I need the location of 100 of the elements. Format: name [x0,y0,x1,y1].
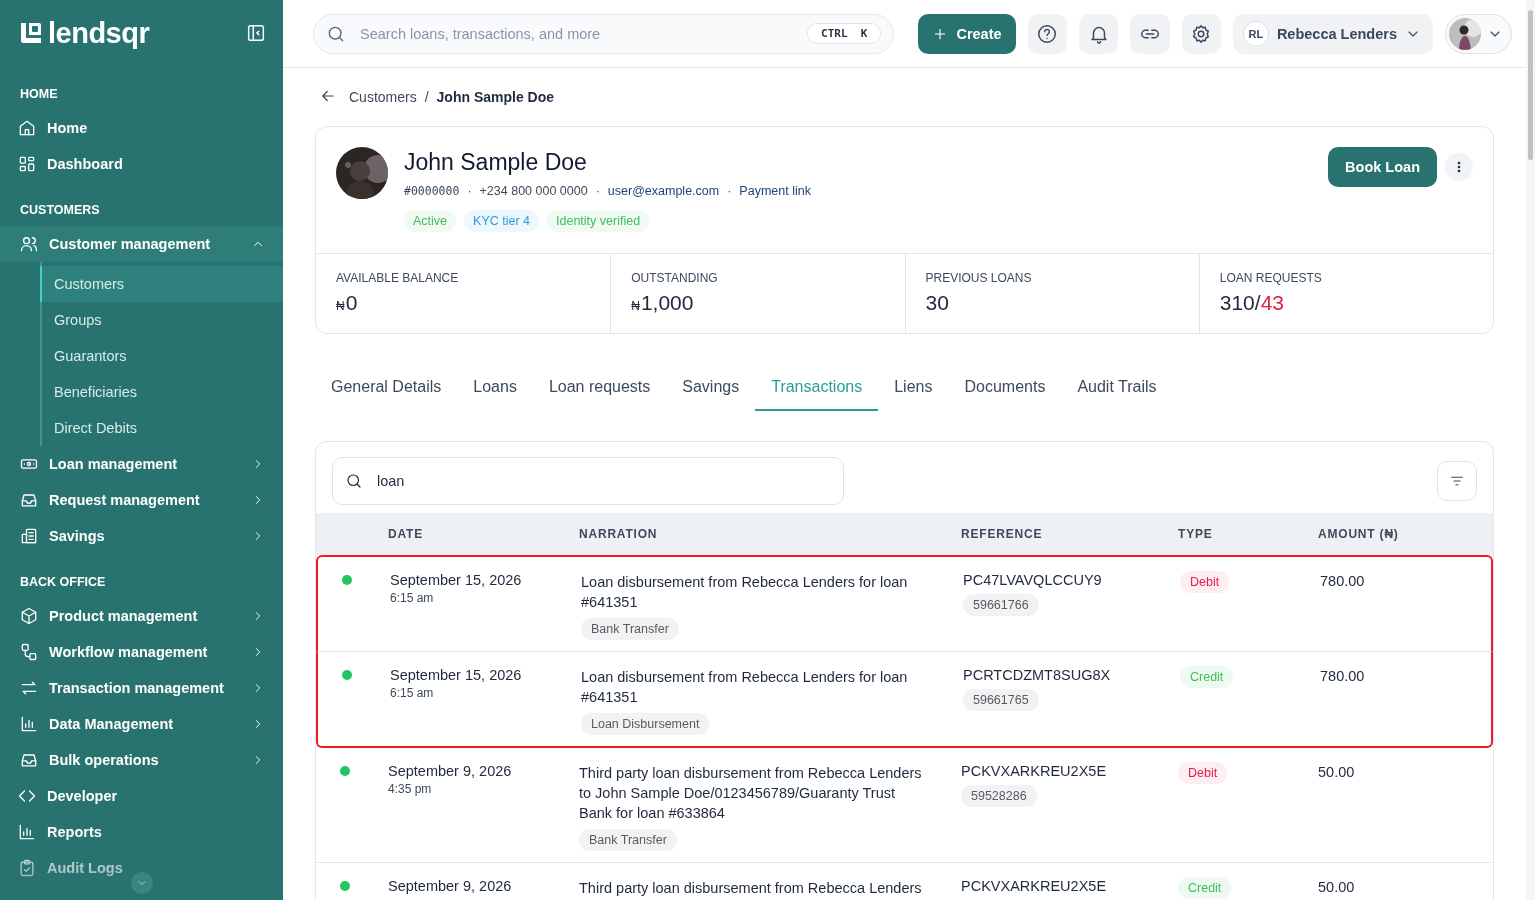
stat-value: 310/43 [1219,291,1285,315]
breadcrumb-link[interactable]: Customers [349,89,417,105]
nav-item[interactable]: Home [0,110,283,146]
bar-chart-icon [19,714,39,734]
nav-group[interactable]: Loan management [0,446,283,482]
search-field[interactable]: Search loans, transactions, and more CTRL K [313,13,895,54]
nav-subitem[interactable]: Customers [40,266,283,302]
stat-label: LOAN REQUESTS [1219,271,1323,285]
tab[interactable]: Liens [878,364,949,411]
time-text: 6:15 am [390,591,435,605]
amount-text: 780.00 [1320,668,1365,684]
phone-number: +234 800 000 0000 [479,184,588,198]
time-text: 6:15 am [390,686,435,700]
tab[interactable]: Loan requests [532,364,667,411]
nav-subitem[interactable]: Direct Debits [42,410,283,446]
home-icon [17,118,37,138]
status-tag: Active [404,210,457,232]
notifications-button[interactable] [1078,13,1119,54]
reference-text: PCKVXARKREU2X5E [961,763,1108,779]
channel-tag: Loan Disbursement [581,713,710,735]
nav-subitem[interactable]: Groups [42,302,283,338]
cube-icon [19,606,39,626]
building-icon [19,526,39,546]
type-tag: Credit [1178,877,1232,899]
section-title: HOME [19,86,59,103]
channel-tag: Bank Transfer [581,618,679,640]
reference-text: PC47LVAVQLCCUY9 [963,572,1103,588]
stat-label: OUTSTANDING [631,271,719,285]
column-header: NARRATION [578,527,659,541]
nav-group[interactable]: Request management [0,482,283,518]
column-header: TYPE [1177,527,1214,541]
scrollbar[interactable] [1526,0,1535,900]
profile-menu[interactable] [1445,13,1512,54]
breadcrumb-separator: / [424,89,429,105]
channel-tag: Bank Transfer [579,829,677,851]
users-icon [19,234,39,254]
payment-link[interactable]: Payment link [739,184,811,198]
amount-text: 50.00 [1318,879,1355,895]
column-header: REFERENCE [960,527,1044,541]
date-text: September 15, 2026 [390,667,523,683]
search-input[interactable]: loan [375,472,831,490]
settings-button[interactable] [1181,13,1221,54]
nav-group[interactable]: Product management [0,598,283,634]
status-tag: KYC tier 4 [464,210,539,232]
narration-text: Third party loan disbursement from Rebecca Lenders [579,879,923,898]
tab[interactable]: General Details [315,364,458,411]
help-button[interactable] [1027,13,1067,54]
create-button[interactable]: Create [918,13,1016,54]
reference-text: PCKVXARKREU2X5E [961,878,1108,894]
initials-avatar: RL [1242,20,1269,47]
date-text: September 15, 2026 [390,572,523,588]
type-tag: Debit [1180,571,1230,593]
search-field[interactable]: loan [332,457,844,505]
separator-dot: · [595,184,600,198]
narration-text: Loan disbursement from Rebecca Lenders for loan #641351 [581,668,909,707]
reference-id-tag: 59528286 [961,785,1037,807]
nav-group[interactable]: Bulk operations [0,742,283,778]
collapse-sidebar-icon [245,22,267,44]
reference-id-tag: 59661765 [963,689,1039,711]
type-tag: Debit [1178,762,1228,784]
nav-item[interactable]: Audit Logs [0,850,283,886]
date-text: September 9, 2026 [388,878,513,894]
logo-text: lendsqr [48,18,150,48]
stat-label: PREVIOUS LOANS [925,271,1033,285]
nav-subitem[interactable]: Guarantors [42,338,283,374]
nav-group[interactable]: Workflow management [0,634,283,670]
nav-group[interactable]: Customer management [0,226,283,262]
type-tag: Credit [1180,666,1234,688]
amount-text: 50.00 [1318,764,1355,780]
nav-group[interactable]: Savings [0,518,283,554]
account-menu[interactable]: RL Rebecca Lenders [1232,13,1433,54]
nav-item[interactable]: Dashboard [0,146,283,182]
nav-item[interactable]: Reports [0,814,283,850]
reference-id-tag: 59661766 [963,594,1039,616]
nav-group[interactable]: Transaction management [0,670,283,706]
column-header: AMOUNT (₦) [1317,527,1400,541]
nav-item[interactable]: Developer [0,778,283,814]
link-button[interactable] [1130,13,1170,54]
search-input[interactable]: Search loans, transactions, and more [358,24,796,43]
stat-value: ₦0 [336,291,359,315]
nav-subitem[interactable]: Beneficiaries [42,374,283,410]
narration-text: Third party loan disbursement from Rebecca Lenders to John Sample Doe/0123456789/Guaranty Trust Bank for loan #633864 [579,764,923,823]
nav-group[interactable]: Data Management [0,706,283,742]
stat-value: ₦1,000 [631,291,695,315]
book-loan-button[interactable]: Book Loan [1328,147,1437,187]
stat-value: 30 [925,291,950,315]
time-text: 4:35 pm [388,782,433,796]
bar-chart-icon [17,822,37,842]
grid-icon [17,154,37,174]
section-title: BACK OFFICE [19,574,107,591]
breadcrumb-current: John Sample Doe [436,89,555,105]
date-text: September 9, 2026 [388,763,513,779]
tab[interactable]: Transactions [755,364,879,411]
amount-text: 780.00 [1320,573,1365,589]
tab[interactable]: Audit Trails [1061,364,1173,411]
separator-dot: · [727,184,732,198]
tab[interactable]: Documents [948,364,1062,411]
tab[interactable]: Loans [457,364,533,411]
tab[interactable]: Savings [666,364,756,411]
email-link[interactable]: user@example.com [607,184,720,198]
